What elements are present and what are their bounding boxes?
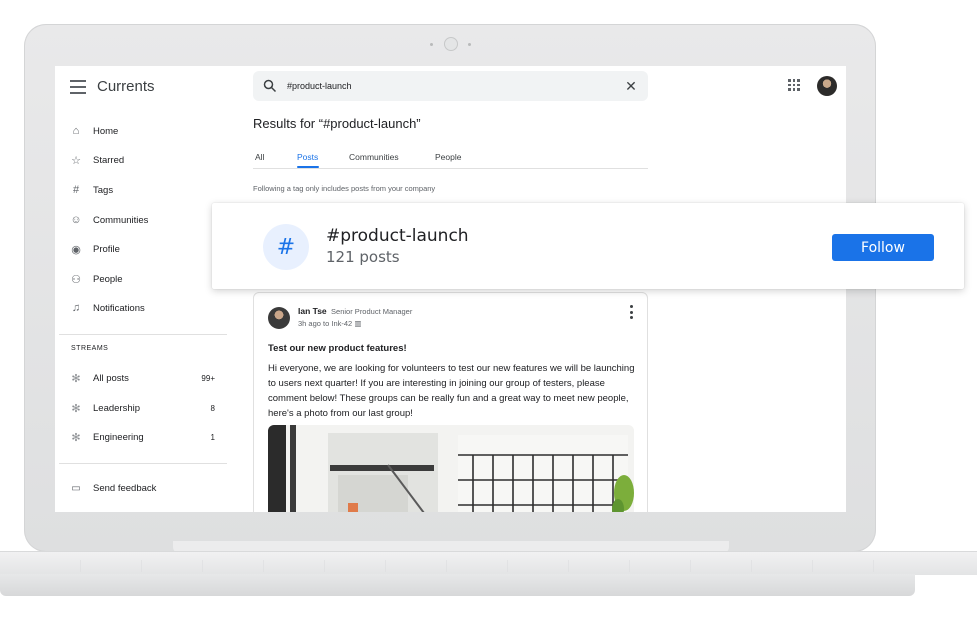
people-icon: ⚇: [71, 273, 81, 286]
stream-item-leadership[interactable]: ✻ Leadership 8: [69, 398, 215, 418]
laptop-keyboard-edge: [20, 560, 920, 572]
author-role: Senior Product Manager: [331, 307, 413, 316]
tab-all[interactable]: All: [255, 152, 264, 162]
apps-grid-icon[interactable]: [788, 79, 800, 91]
search-input[interactable]: #product-launch: [287, 81, 624, 91]
sensor-dot: [430, 43, 433, 46]
sidebar-item-profile[interactable]: ◉ Profile: [69, 239, 120, 259]
sidebar-item-label: Starred: [93, 154, 125, 166]
sidebar-item-label: Profile: [93, 243, 120, 255]
post-author[interactable]: Ian Tse Senior Product Manager: [298, 306, 412, 316]
app-title: Currents: [97, 78, 155, 95]
community-icon: ▥: [354, 319, 362, 328]
tag-name: #product-launch: [326, 226, 469, 246]
sidebar-item-people[interactable]: ⚇ People: [69, 269, 123, 289]
stream-item-engineering[interactable]: ✻ Engineering 1: [69, 427, 215, 447]
stream-icon: ✻: [71, 431, 81, 444]
star-icon: ☆: [71, 154, 81, 167]
sidebar-divider: [59, 463, 227, 464]
profile-icon: ◉: [71, 243, 81, 256]
sidebar-item-starred[interactable]: ☆ Starred: [69, 150, 124, 170]
tab-people[interactable]: People: [435, 152, 461, 162]
post-body: Hi everyone, we are looking for voluntee…: [268, 363, 635, 419]
hash-icon: #: [263, 224, 309, 270]
camera: [444, 37, 458, 51]
post-card: Ian Tse Senior Product Manager 3h ago to…: [253, 292, 648, 512]
sidebar-item-label: Tags: [93, 184, 114, 196]
author-name: Ian Tse: [298, 306, 327, 316]
menu-icon[interactable]: [70, 80, 86, 94]
more-options-icon[interactable]: [630, 305, 634, 319]
sensor-dot: [468, 43, 471, 46]
stream-icon: ✻: [71, 402, 81, 415]
post-meta: 3h ago to Ink-42 ▥: [298, 319, 361, 328]
follow-note: Following a tag only includes posts from…: [253, 184, 436, 193]
stream-label: Leadership: [93, 402, 141, 414]
tab-posts[interactable]: Posts: [297, 152, 318, 162]
post-photo[interactable]: [268, 425, 634, 512]
tag-follow-card: # #product-launch 121 posts Follow: [212, 203, 964, 289]
hash-icon: #: [72, 184, 80, 196]
tab-communities[interactable]: Communities: [349, 152, 399, 162]
bell-icon: ♫: [71, 302, 81, 314]
communities-icon: ☺: [70, 214, 82, 226]
results-title: Results for “#product-launch”: [253, 116, 421, 131]
sidebar-divider: [59, 334, 227, 335]
stream-count: 1: [210, 432, 215, 442]
sidebar-item-notifications[interactable]: ♫ Notifications: [69, 298, 145, 318]
sidebar-item-label: Communities: [93, 214, 149, 226]
stream-count: 99+: [201, 373, 215, 383]
sidebar-item-communities[interactable]: ☺ Communities: [69, 210, 148, 230]
feedback-label: Send feedback: [93, 482, 157, 494]
stream-label: Engineering: [93, 431, 144, 443]
tabs-divider: [253, 168, 648, 169]
app-screen: Currents ⌂ Home ☆ Starred # Tags ☺ Commu…: [55, 66, 846, 512]
stream-item-all-posts[interactable]: ✻ All posts 99+: [69, 368, 215, 388]
stage: Currents ⌂ Home ☆ Starred # Tags ☺ Commu…: [0, 0, 977, 637]
post-meta-text: 3h ago to Ink-42: [298, 319, 353, 328]
feedback-icon: ▭: [71, 482, 81, 494]
stream-icon: ✻: [71, 372, 81, 385]
streams-heading: STREAMS: [71, 345, 109, 352]
post-title: Test our new product features!: [268, 343, 407, 354]
close-icon[interactable]: ✕: [624, 78, 638, 95]
sidebar-item-home[interactable]: ⌂ Home: [69, 121, 119, 141]
sidebar-item-label: People: [93, 273, 123, 285]
sidebar-item-tags[interactable]: # Tags: [69, 180, 113, 200]
follow-button[interactable]: Follow: [832, 234, 934, 261]
author-avatar[interactable]: [268, 307, 290, 329]
send-feedback-button[interactable]: ▭ Send feedback: [69, 478, 156, 498]
search-bar[interactable]: #product-launch ✕: [253, 71, 648, 101]
tag-post-count: 121 posts: [326, 248, 400, 266]
stream-label: All posts: [93, 372, 129, 384]
office-photo-illustration: [268, 425, 634, 512]
home-icon: ⌂: [72, 125, 80, 137]
sidebar-item-label: Home: [93, 125, 119, 137]
sidebar-item-label: Notifications: [93, 302, 145, 314]
avatar[interactable]: [817, 76, 837, 96]
laptop-base-front: [0, 574, 915, 596]
stream-count: 8: [210, 403, 215, 413]
search-icon: [263, 79, 277, 93]
